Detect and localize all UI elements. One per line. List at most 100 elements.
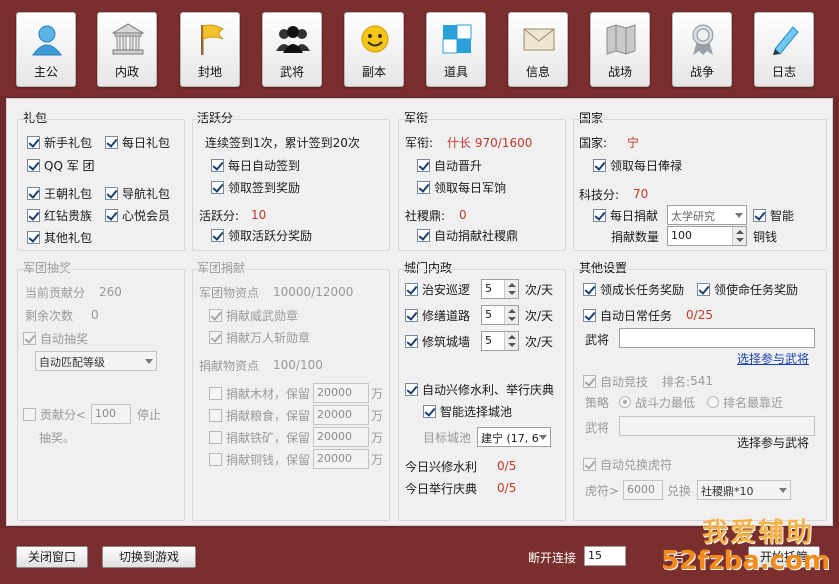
general-input[interactable] <box>619 328 815 348</box>
nav-button-generals[interactable]: 武将 <box>262 12 322 87</box>
auto-water-festival[interactable]: 自动兴修水利、举行庆典 <box>405 380 554 398</box>
radio[interactable] <box>619 396 631 408</box>
auto-signin[interactable]: 每日自动签到 <box>211 156 300 174</box>
checkbox[interactable] <box>583 308 596 322</box>
checkbox[interactable] <box>27 135 40 149</box>
checkbox[interactable] <box>27 230 40 244</box>
gift-dynasty[interactable]: 王朝礼包 <box>27 184 92 202</box>
auto-donate-sheji[interactable]: 自动捐献社稷鼎 <box>417 226 518 244</box>
smart-city[interactable]: 智能选择城池 <box>423 402 512 420</box>
donate-wood[interactable]: 捐献木材，保留 <box>209 384 310 402</box>
checkbox[interactable] <box>211 180 224 194</box>
checkbox[interactable] <box>405 308 418 322</box>
auto-arena[interactable]: 自动竞技 排名: 541 <box>583 372 713 390</box>
nav-button-battlefield[interactable]: 战场 <box>590 12 650 87</box>
auto-daily-task[interactable]: 自动日常任务 0/25 <box>583 306 713 324</box>
spinner-icon[interactable] <box>504 306 518 324</box>
exchange-select[interactable]: 社稷鼎*10 <box>697 480 791 500</box>
checkbox[interactable] <box>405 334 418 348</box>
keep-wood-input[interactable]: 20000 <box>313 383 369 403</box>
donate-food[interactable]: 捐献粮食，保留 <box>209 406 310 424</box>
nav-button-dungeon[interactable]: 副本 <box>344 12 404 87</box>
checkbox[interactable] <box>417 180 430 194</box>
nav-button-internal[interactable]: 内政 <box>97 12 157 87</box>
donate-iron[interactable]: 捐献铁矿，保留 <box>209 428 310 446</box>
nav-button-war[interactable]: 战争 <box>672 12 732 87</box>
checkbox[interactable] <box>583 374 596 388</box>
checkbox[interactable] <box>423 404 436 418</box>
checkbox[interactable] <box>209 430 222 444</box>
nav-button-items[interactable]: 道具 <box>426 12 486 87</box>
checkbox[interactable] <box>27 158 40 172</box>
spinner-icon[interactable] <box>504 280 518 298</box>
checkbox[interactable] <box>211 228 224 242</box>
auto-lottery[interactable]: 自动抽奖 <box>23 329 88 347</box>
claim-activity[interactable]: 领取活跃分奖励 <box>211 226 312 244</box>
gift-other[interactable]: 其他礼包 <box>27 228 92 246</box>
security-patrol[interactable]: 治安巡逻 <box>405 280 470 298</box>
checkbox[interactable] <box>211 158 224 172</box>
gift-navigation[interactable]: 导航礼包 <box>105 184 170 202</box>
gift-newbie[interactable]: 新手礼包 <box>27 133 92 151</box>
checkbox[interactable] <box>417 158 430 172</box>
donate-money[interactable]: 捐献铜钱，保留 <box>209 450 310 468</box>
nav-button-lord[interactable]: 主公 <box>16 12 76 87</box>
smart-option[interactable]: 智能 <box>753 206 794 224</box>
wall-times-input[interactable]: 5 <box>481 331 519 351</box>
checkbox[interactable] <box>105 135 118 149</box>
gift-red-diamond[interactable]: 红钻贵族 <box>27 206 92 224</box>
auto-promote[interactable]: 自动晋升 <box>417 156 482 174</box>
donate-qty-input[interactable]: 100 <box>667 226 747 246</box>
select-general-link-2[interactable]: 选择参与武将 <box>737 433 809 451</box>
checkbox[interactable] <box>27 208 40 222</box>
road-times-input[interactable]: 5 <box>481 305 519 325</box>
checkbox[interactable] <box>583 282 596 296</box>
nav-button-log[interactable]: 日志 <box>754 12 814 87</box>
spinner-icon[interactable] <box>504 332 518 350</box>
donate-medal-1[interactable]: 捐献威武勋章 <box>209 306 298 324</box>
keep-food-input[interactable]: 20000 <box>313 405 369 425</box>
select-general-link[interactable]: 选择参与武将 <box>737 350 809 367</box>
checkbox[interactable] <box>23 331 36 345</box>
checkbox[interactable] <box>23 407 36 421</box>
grow-task-reward[interactable]: 领成长任务奖励 <box>583 280 684 298</box>
keep-money-input[interactable]: 20000 <box>313 449 369 469</box>
checkbox[interactable] <box>593 208 606 222</box>
tiger-input[interactable]: 6000 <box>623 480 663 500</box>
target-city-select[interactable]: 建宁 (17, 6 <box>477 427 551 447</box>
nav-button-fief[interactable]: 封地 <box>180 12 240 87</box>
gift-daily[interactable]: 每日礼包 <box>105 133 170 151</box>
gift-qq-legion[interactable]: QQ 军 团 <box>27 156 95 174</box>
checkbox[interactable] <box>405 382 418 396</box>
strategy-closest-rank[interactable]: 排名最靠近 <box>707 393 783 411</box>
security-times-input[interactable]: 5 <box>481 279 519 299</box>
contrib-threshold[interactable]: 贡献分< <box>23 405 86 423</box>
radio[interactable] <box>707 396 719 408</box>
checkbox[interactable] <box>697 282 710 296</box>
checkbox[interactable] <box>105 186 118 200</box>
close-window-button[interactable]: 关闭窗口 <box>16 546 88 568</box>
checkbox[interactable] <box>583 457 596 471</box>
checkbox[interactable] <box>209 386 222 400</box>
road-repair[interactable]: 修缮道路 <box>405 306 470 324</box>
checkbox[interactable] <box>27 186 40 200</box>
checkbox[interactable] <box>209 452 222 466</box>
nav-button-messages[interactable]: 信息 <box>508 12 568 87</box>
checkbox[interactable] <box>209 308 222 322</box>
daily-donate[interactable]: 每日捐献 <box>593 206 658 224</box>
checkbox[interactable] <box>105 208 118 222</box>
donate-medal-2[interactable]: 捐献万人斩勋章 <box>209 328 310 346</box>
contrib-threshold-input[interactable]: 100 <box>91 404 131 424</box>
gift-xinyue[interactable]: 心悦会员 <box>105 206 170 224</box>
checkbox[interactable] <box>209 330 222 344</box>
checkbox[interactable] <box>209 408 222 422</box>
spinner-icon[interactable] <box>732 227 746 245</box>
auto-exchange-tiger[interactable]: 自动兑换虎符 <box>583 455 672 473</box>
research-select[interactable]: 太学研究 <box>667 205 747 225</box>
checkbox[interactable] <box>593 158 606 172</box>
switch-to-game-button[interactable]: 切换到游戏 <box>102 546 196 568</box>
checkbox[interactable] <box>405 282 418 296</box>
wall-build[interactable]: 修筑城墙 <box>405 332 470 350</box>
match-level-select[interactable]: 自动匹配等级 <box>35 351 157 371</box>
daily-salary[interactable]: 领取每日俸禄 <box>593 156 682 174</box>
